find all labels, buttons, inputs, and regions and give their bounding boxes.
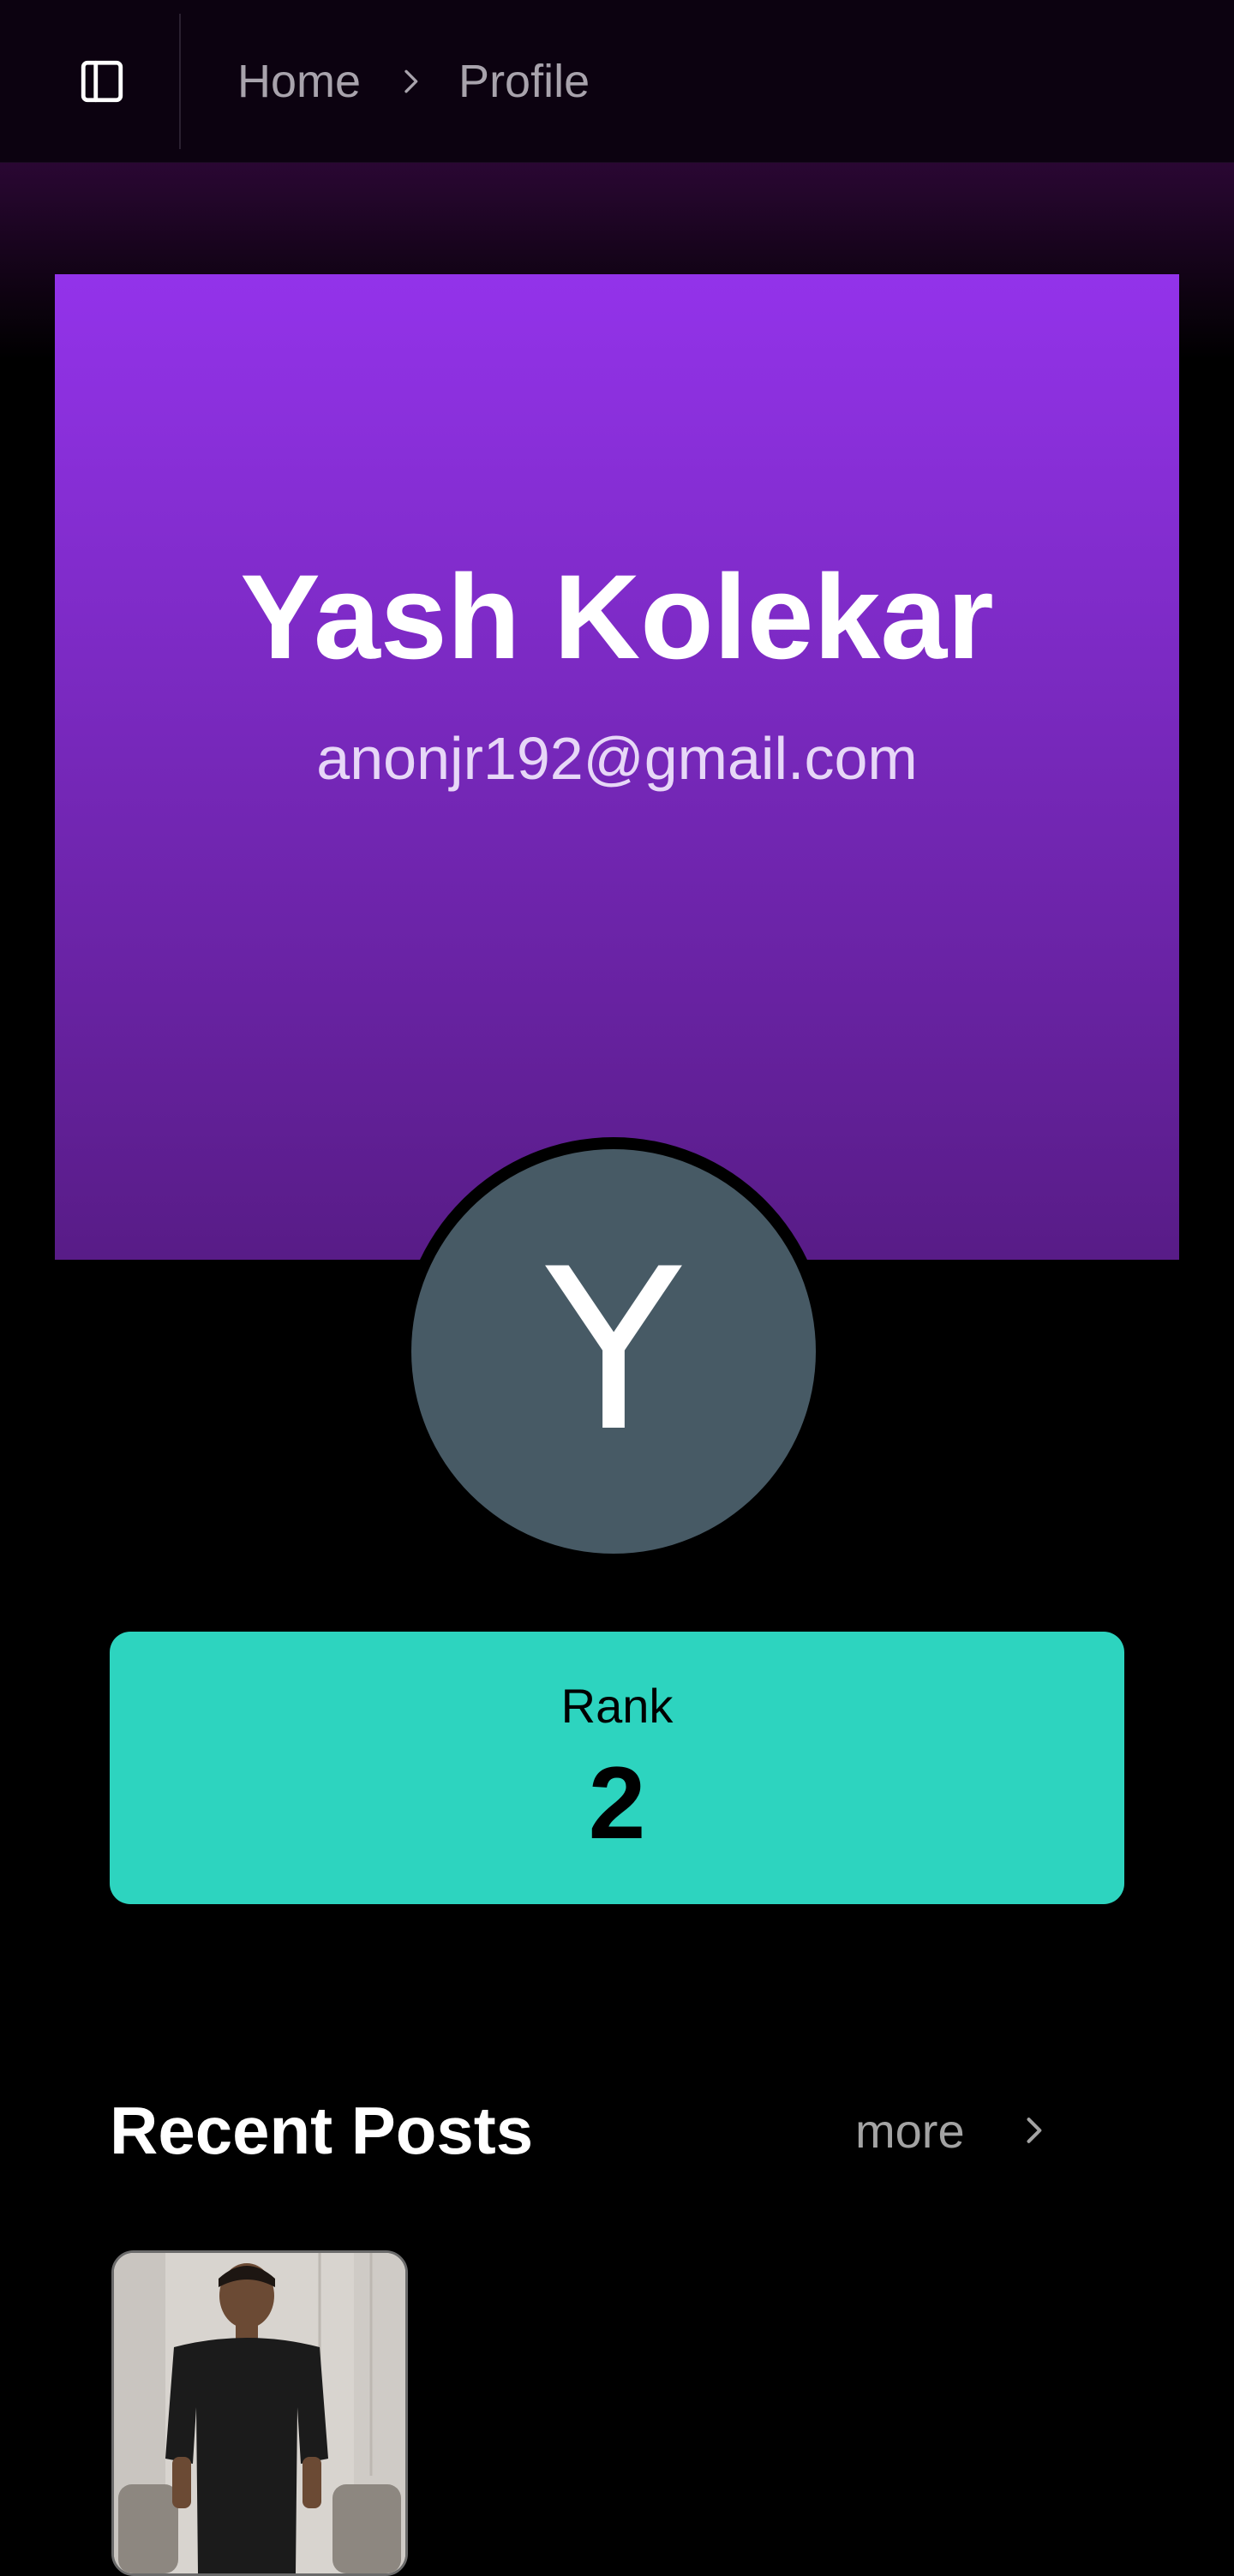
profile-name: Yash Kolekar	[240, 549, 994, 684]
top-bar: Home Profile	[0, 0, 1234, 163]
sidebar-toggle-button[interactable]	[77, 57, 127, 106]
breadcrumb-current-page: Profile	[458, 56, 590, 107]
person-photo-image	[114, 2253, 405, 2573]
panel-left-icon	[81, 60, 123, 103]
post-thumbnail[interactable]	[111, 2250, 408, 2576]
breadcrumb: Home Profile	[237, 51, 590, 111]
more-label: more	[855, 2103, 965, 2158]
chevron-right-icon	[1015, 2112, 1052, 2149]
rank-card: Rank 2	[110, 1632, 1124, 1904]
avatar: Y	[399, 1137, 828, 1566]
rank-label: Rank	[560, 1679, 674, 1733]
avatar-initial: Y	[411, 1149, 816, 1554]
profile-email: anonjr192@gmail.com	[316, 725, 918, 792]
recent-posts-heading: Recent Posts	[110, 2093, 534, 2168]
more-posts-link[interactable]: more	[855, 2096, 1052, 2165]
rank-value: 2	[588, 1746, 646, 1860]
breadcrumb-home-link[interactable]: Home	[237, 55, 361, 108]
chevron-right-icon	[393, 64, 428, 99]
topbar-divider	[179, 14, 181, 149]
